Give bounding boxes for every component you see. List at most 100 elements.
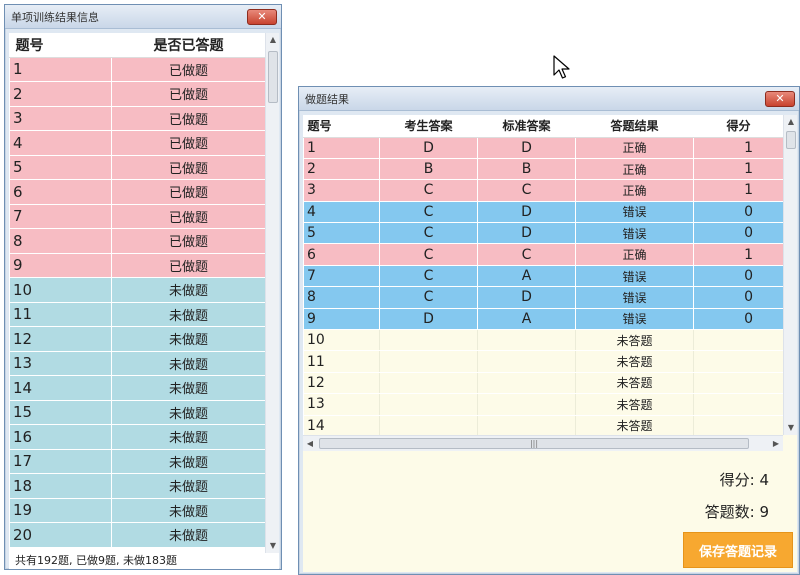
table-header-row: 题号 考生答案 标准答案 答题结果 得分: [303, 115, 783, 138]
cell-standard-answer: [477, 329, 576, 352]
table-row[interactable]: 4 C D 错误 0: [303, 200, 783, 224]
cell-number: 8: [303, 286, 380, 309]
scroll-left-icon[interactable]: ◀: [303, 436, 317, 452]
cell-status: 已做题: [111, 105, 265, 131]
cell-status: 已做题: [111, 179, 265, 205]
table-row[interactable]: 14 未做题: [9, 375, 265, 401]
cell-number: 9: [9, 252, 112, 278]
scroll-down-icon[interactable]: ▼: [784, 421, 798, 435]
table-row[interactable]: 1 已做题: [9, 56, 265, 82]
table-row[interactable]: 5 已做题: [9, 154, 265, 180]
cell-number: 10: [303, 329, 380, 352]
cell-number: 4: [303, 200, 380, 224]
scroll-down-icon[interactable]: ▼: [266, 539, 280, 553]
table-row[interactable]: 10 未答题: [303, 329, 783, 352]
table-row[interactable]: 14 未答题: [303, 414, 783, 435]
cell-number: 4: [9, 130, 112, 156]
table-row[interactable]: 7 C A 错误 0: [303, 264, 783, 288]
column-header-result[interactable]: 答题结果: [575, 115, 694, 138]
column-header-answered[interactable]: 是否已答题: [111, 33, 265, 58]
cell-number: 6: [303, 243, 380, 266]
table-row[interactable]: 5 C D 错误 0: [303, 222, 783, 245]
cell-score: [693, 350, 783, 373]
table-row[interactable]: 10 未做题: [9, 277, 265, 303]
vertical-scrollbar[interactable]: ▲ ▼: [783, 115, 797, 435]
scroll-up-icon[interactable]: ▲: [784, 115, 798, 129]
cell-score: 0: [693, 286, 783, 309]
column-header-standard-answer[interactable]: 标准答案: [477, 115, 576, 138]
cell-status: 未做题: [111, 497, 265, 523]
cell-standard-answer: D: [477, 286, 576, 309]
close-button[interactable]: ✕: [247, 8, 277, 25]
table-row[interactable]: 16 未做题: [9, 424, 265, 450]
table-row[interactable]: 13 未答题: [303, 393, 783, 416]
cell-number: 6: [9, 179, 112, 205]
cell-number: 3: [303, 179, 380, 202]
scroll-right-icon[interactable]: ▶: [769, 436, 783, 452]
table-row[interactable]: 20 未做题: [9, 522, 265, 548]
column-header-score[interactable]: 得分: [693, 115, 783, 138]
cell-result: 未答题: [575, 393, 694, 416]
cell-student-answer: C: [379, 264, 478, 288]
table-row[interactable]: 8 已做题: [9, 228, 265, 254]
cell-number: 14: [9, 375, 112, 401]
table-row[interactable]: 12 未答题: [303, 371, 783, 395]
cell-number: 1: [9, 56, 112, 82]
horizontal-scrollbar[interactable]: ◀ ||| ▶: [303, 435, 783, 451]
table-row[interactable]: 12 未做题: [9, 326, 265, 352]
cell-number: 20: [9, 522, 112, 548]
window-title: 单项训练结果信息: [11, 10, 99, 24]
cell-status: 已做题: [111, 154, 265, 180]
cell-standard-answer: B: [477, 157, 576, 181]
table-row[interactable]: 9 D A 错误 0: [303, 307, 783, 331]
table-header-row: 题号 是否已答题: [9, 33, 265, 58]
close-icon: ✕: [257, 10, 267, 23]
scrollbar-thumb[interactable]: [268, 51, 278, 103]
scrollbar-thumb[interactable]: [786, 131, 796, 149]
scroll-up-icon[interactable]: ▲: [266, 33, 280, 47]
column-header-number[interactable]: 题号: [9, 33, 112, 58]
score-label: 得分:: [719, 471, 755, 489]
table-row[interactable]: 11 未做题: [9, 301, 265, 327]
table-row[interactable]: 9 已做题: [9, 252, 265, 278]
cell-student-answer: C: [379, 286, 478, 309]
cell-status: 未做题: [111, 301, 265, 327]
table-row[interactable]: 3 已做题: [9, 105, 265, 131]
table-row[interactable]: 19 未做题: [9, 497, 265, 523]
cell-number: 8: [9, 228, 112, 254]
column-header-number[interactable]: 题号: [303, 115, 380, 138]
table-row[interactable]: 8 C D 错误 0: [303, 286, 783, 309]
table-row[interactable]: 15 未做题: [9, 399, 265, 425]
vertical-scrollbar[interactable]: ▲ ▼: [265, 33, 279, 553]
table-row[interactable]: 17 未做题: [9, 448, 265, 474]
close-button[interactable]: ✕: [765, 90, 795, 107]
table-row[interactable]: 6 C C 正确 1: [303, 243, 783, 266]
cell-result: 错误: [575, 264, 694, 288]
cell-status: 未做题: [111, 522, 265, 548]
table-row[interactable]: 2 B B 正确 1: [303, 157, 783, 181]
cell-status: 已做题: [111, 203, 265, 229]
cell-score: [693, 414, 783, 435]
table-row[interactable]: 18 未做题: [9, 473, 265, 499]
cell-student-answer: D: [379, 307, 478, 331]
cell-standard-answer: A: [477, 307, 576, 331]
table-row[interactable]: 11 未答题: [303, 350, 783, 373]
cell-score: 1: [693, 243, 783, 266]
table-row[interactable]: 6 已做题: [9, 179, 265, 205]
save-record-button[interactable]: 保存答题记录: [683, 532, 793, 568]
table-row[interactable]: 3 C C 正确 1: [303, 179, 783, 202]
cell-result: 正确: [575, 157, 694, 181]
cell-number: 12: [303, 371, 380, 395]
table-row[interactable]: 4 已做题: [9, 130, 265, 156]
cell-score: 1: [693, 179, 783, 202]
table-row[interactable]: 1 D D 正确 1: [303, 136, 783, 159]
cell-number: 16: [9, 424, 112, 450]
column-header-student-answer[interactable]: 考生答案: [379, 115, 478, 138]
cursor-arrow-icon: [553, 55, 570, 79]
cell-number: 5: [9, 154, 112, 180]
table-row[interactable]: 7 已做题: [9, 203, 265, 229]
table-row[interactable]: 13 未做题: [9, 350, 265, 376]
cell-standard-answer: D: [477, 136, 576, 159]
table-row[interactable]: 2 已做题: [9, 81, 265, 107]
scrollbar-thumb[interactable]: |||: [319, 438, 749, 449]
